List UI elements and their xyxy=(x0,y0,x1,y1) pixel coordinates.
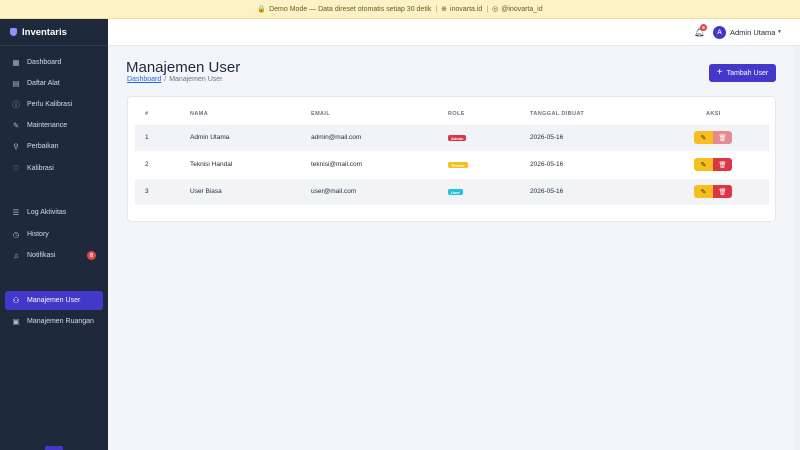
breadcrumb-home-link[interactable]: Dashboard xyxy=(127,76,161,83)
brand-name: Inventaris xyxy=(22,26,67,38)
topbar: 🔔︎ 8 A Admin Utama ▼ xyxy=(108,19,800,46)
wrench-icon: ✎ xyxy=(12,120,20,130)
row-number: 3 xyxy=(145,188,149,195)
sidebar-item-label: Manajemen Ruangan xyxy=(27,318,94,325)
sidebar-item-history[interactable]: ◷ History xyxy=(5,225,103,244)
notification-count-badge: 8 xyxy=(87,251,96,260)
column-header-email: EMAIL xyxy=(311,111,331,117)
column-header-no: # xyxy=(145,111,149,117)
sidebar-item-maintenance[interactable]: ✎ Maintenance xyxy=(5,116,103,135)
sidebar-item-log-aktivitas[interactable]: ☰ Log Aktivitas xyxy=(5,203,103,222)
breadcrumb-current: Manajemen User xyxy=(169,76,223,83)
delete-button[interactable]: 🗑︎ xyxy=(713,185,732,198)
user-email: user@mail.com xyxy=(311,188,357,195)
table-row: 3 User Biasa user@mail.com User 2026-05-… xyxy=(135,179,769,205)
check-shield-icon: ♡ xyxy=(12,163,20,173)
grid-icon: ▦ xyxy=(12,57,20,67)
row-number: 1 xyxy=(145,134,149,141)
delete-button[interactable]: 🗑︎ xyxy=(713,158,732,171)
created-date: 2026-05-16 xyxy=(530,161,564,168)
clock-icon: ◷ xyxy=(12,229,20,239)
sidebar-item-label: Notifikasi xyxy=(27,252,56,259)
breadcrumb-separator: / xyxy=(164,76,167,83)
sidebar-item-manajemen-user[interactable]: ⚇ Manajemen User xyxy=(5,291,103,310)
globe-icon: ⊕ xyxy=(441,6,448,13)
sidebar-footer-tag xyxy=(45,446,63,450)
building-icon: ▣ xyxy=(12,316,20,326)
edit-button[interactable]: ✎ xyxy=(694,131,713,144)
sidebar-item-label: Log Aktivitas xyxy=(27,209,67,216)
user-name: Teknisi Handal xyxy=(190,161,233,168)
edit-button[interactable]: ✎ xyxy=(694,185,713,198)
shield-icon xyxy=(10,28,17,36)
user-email: teknisi@mail.com xyxy=(311,161,363,168)
site-link[interactable]: inovarta.id xyxy=(450,6,482,13)
sidebar-item-perlu-kalibrasi[interactable]: ⓘ Perlu Kalibrasi xyxy=(5,95,103,114)
sidebar-item-notifikasi[interactable]: ♫ Notifikasi 8 xyxy=(5,246,103,265)
edit-button[interactable]: ✎ xyxy=(694,158,713,171)
user-menu-name[interactable]: Admin Utama xyxy=(730,28,775,37)
notification-badge: 8 xyxy=(700,24,707,31)
instagram-icon: ◎ xyxy=(492,6,499,13)
list-icon: ▤ xyxy=(12,78,20,88)
sidebar-item-label: Daftar Alat xyxy=(27,80,60,87)
social-link[interactable]: @inovarta_id xyxy=(501,6,542,13)
chevron-down-icon[interactable]: ▼ xyxy=(777,29,782,35)
users-icon: ⚇ xyxy=(12,295,20,305)
user-name: User Biasa xyxy=(190,188,222,195)
list-bullets-icon: ☰ xyxy=(12,207,20,217)
sidebar: Inventaris ▦ Dashboard ▤ Daftar Alat ⓘ P… xyxy=(0,19,108,450)
sidebar-item-label: Dashboard xyxy=(27,59,62,66)
lock-icon: 🔒 xyxy=(257,6,267,13)
sidebar-item-daftar-alat[interactable]: ▤ Daftar Alat xyxy=(5,74,103,93)
demo-text: Demo Mode — Data direset otomatis setiap… xyxy=(269,5,432,13)
sidebar-item-label: Manajemen User xyxy=(27,297,81,304)
user-email: admin@mail.com xyxy=(311,134,362,141)
column-header-tanggal: TANGGAL DIBUAT xyxy=(530,111,585,117)
info-icon: ⓘ xyxy=(12,99,20,109)
column-header-aksi: AKSI xyxy=(706,111,721,117)
brand[interactable]: Inventaris xyxy=(0,19,108,46)
sidebar-item-label: Perlu Kalibrasi xyxy=(27,101,73,108)
add-user-button[interactable]: + Tambah User xyxy=(709,64,776,82)
avatar[interactable]: A xyxy=(713,26,726,39)
demo-banner: 🔒 Demo Mode — Data direset otomatis seti… xyxy=(0,0,800,19)
sidebar-item-kalibrasi[interactable]: ♡ Kalibrasi xyxy=(5,159,103,178)
created-date: 2026-05-16 xyxy=(530,188,564,195)
bell-icon: ♫ xyxy=(13,250,19,260)
role-badge-user: User xyxy=(448,189,463,195)
role-badge-teknisi: Teknisi xyxy=(448,162,468,168)
users-table-card: # NAMA EMAIL ROLE TANGGAL DIBUAT AKSI 1 … xyxy=(127,96,776,222)
sidebar-item-manajemen-ruangan[interactable]: ▣ Manajemen Ruangan xyxy=(5,312,103,331)
scrollbar[interactable] xyxy=(794,46,800,450)
table-row: 2 Teknisi Handal teknisi@mail.com Teknis… xyxy=(135,152,769,178)
row-number: 2 xyxy=(145,161,149,168)
add-user-label: Tambah User xyxy=(726,69,769,77)
table-row: 1 Admin Utama admin@mail.com Admin 2026-… xyxy=(135,125,769,151)
user-name: Admin Utama xyxy=(190,134,230,141)
sidebar-item-label: Kalibrasi xyxy=(27,165,54,172)
tool-icon: ⚲ xyxy=(13,141,19,151)
column-header-nama: NAMA xyxy=(190,111,209,117)
sidebar-item-dashboard[interactable]: ▦ Dashboard xyxy=(5,53,103,72)
sidebar-item-label: Perbaikan xyxy=(27,143,59,150)
sidebar-item-perbaikan[interactable]: ⚲ Perbaikan xyxy=(5,137,103,156)
sidebar-item-label: History xyxy=(27,231,49,238)
sidebar-item-label: Maintenance xyxy=(27,122,68,129)
breadcrumb: Dashboard / Manajemen User xyxy=(127,76,223,83)
role-badge-admin: Admin xyxy=(448,135,467,141)
page-title: Manajemen User xyxy=(126,59,241,76)
plus-icon: + xyxy=(716,66,723,78)
delete-button-disabled: 🗑︎ xyxy=(713,131,732,144)
created-date: 2026-05-16 xyxy=(530,134,564,141)
column-header-role: ROLE xyxy=(448,111,465,117)
